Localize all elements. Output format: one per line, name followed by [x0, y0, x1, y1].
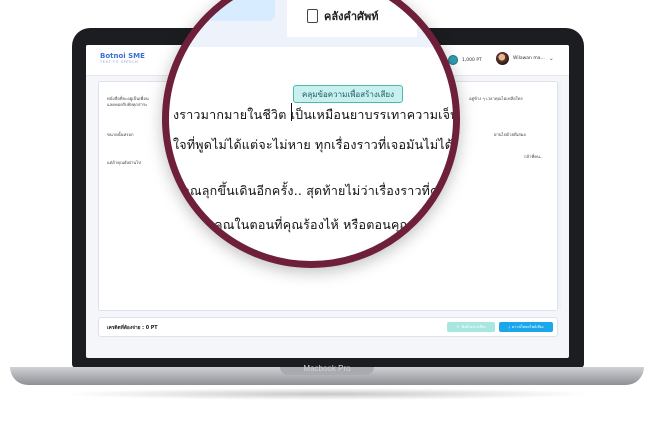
user-name: Wilawan ma...: [513, 56, 545, 61]
select-text-tooltip: คลุมข้อความเพื่อสร้างเสียง: [293, 85, 404, 103]
points-value: 1,000 PT: [462, 57, 482, 63]
chevron-down-icon: ⌄: [548, 55, 554, 62]
tab-vocabulary[interactable]: คลังคำศัพท์: [287, 0, 417, 37]
paragraph: อยู่ข้าง ๆ เวลาคุณไม่เหลือใคร: [469, 96, 523, 101]
logo-subtitle: TEXT TO SPEECH: [100, 60, 139, 64]
logo-name: Botnoi SME: [100, 52, 145, 60]
avatar: [496, 52, 509, 65]
footer-bar: เครดิตที่ต้องจ่าย : 0 PT ⊙ ฟังตัวอย่างเส…: [98, 317, 558, 337]
download-button-label: ดาวน์โหลดไฟล์เสียง: [512, 325, 544, 329]
preview-button-label: ฟังตัวอย่างเสียง: [461, 325, 486, 329]
preview-audio-button[interactable]: ⊙ ฟังตัวอย่างเสียง: [447, 322, 495, 332]
tab-label: คลังคำศัพท์: [324, 10, 379, 23]
paragraph: แต่ถ้าคุณยังผ่านไป: [107, 160, 141, 165]
paragraph: แลดคอยรับฟังทุกสาระ: [107, 102, 148, 107]
paragraph: ผ่านไปด้วยดีเสมอ: [494, 132, 526, 137]
magnifier-lens: คลังคำศัพท์ คลุมข้อความเพื่อสร้างเสียง ง…: [162, 0, 460, 268]
laptop-shadow: [60, 388, 594, 400]
download-icon: ⤓: [508, 325, 511, 329]
paragraph: ขนาดนั้นหรอก: [107, 132, 134, 137]
device-label: Macbook Pro: [303, 364, 351, 373]
magnified-line: ห้คุณลุกขึ้นเดินอีกครั้ง.. สุดท้ายไม่ว่า…: [173, 183, 460, 198]
paragraph: กล้าที่คน..: [524, 154, 543, 159]
logo[interactable]: Botnoi SME TEXT TO SPEECH: [100, 52, 145, 64]
magnified-line: งราวมากมายในชีวิต เป็นเหมือนยาบรรเทาความ…: [173, 107, 460, 122]
magnified-line: อยู่กับคุณในตอนที่คุณร้องไห้ หรือตอนคุณห…: [183, 217, 453, 232]
magnified-line: ใจที่พูดไม่ได้แต่จะไม่หาย ทุกเรื่องราวที…: [173, 137, 460, 152]
scrollbar[interactable]: [558, 81, 561, 309]
download-audio-button[interactable]: ⤓ ดาวน์โหลดไฟล์เสียง: [499, 322, 553, 332]
cost-label: เครดิตที่ต้องจ่าย : 0 PT: [107, 326, 158, 331]
book-icon: [307, 9, 318, 23]
magnified-tab-left[interactable]: [205, 0, 275, 21]
user-menu[interactable]: Wilawan ma... ⌄: [496, 52, 554, 65]
play-icon: ⊙: [456, 325, 460, 329]
points-display[interactable]: 1,000 PT: [448, 55, 482, 65]
magnified-view: คลังคำศัพท์ คลุมข้อความเพื่อสร้างเสียง ง…: [169, 0, 460, 261]
